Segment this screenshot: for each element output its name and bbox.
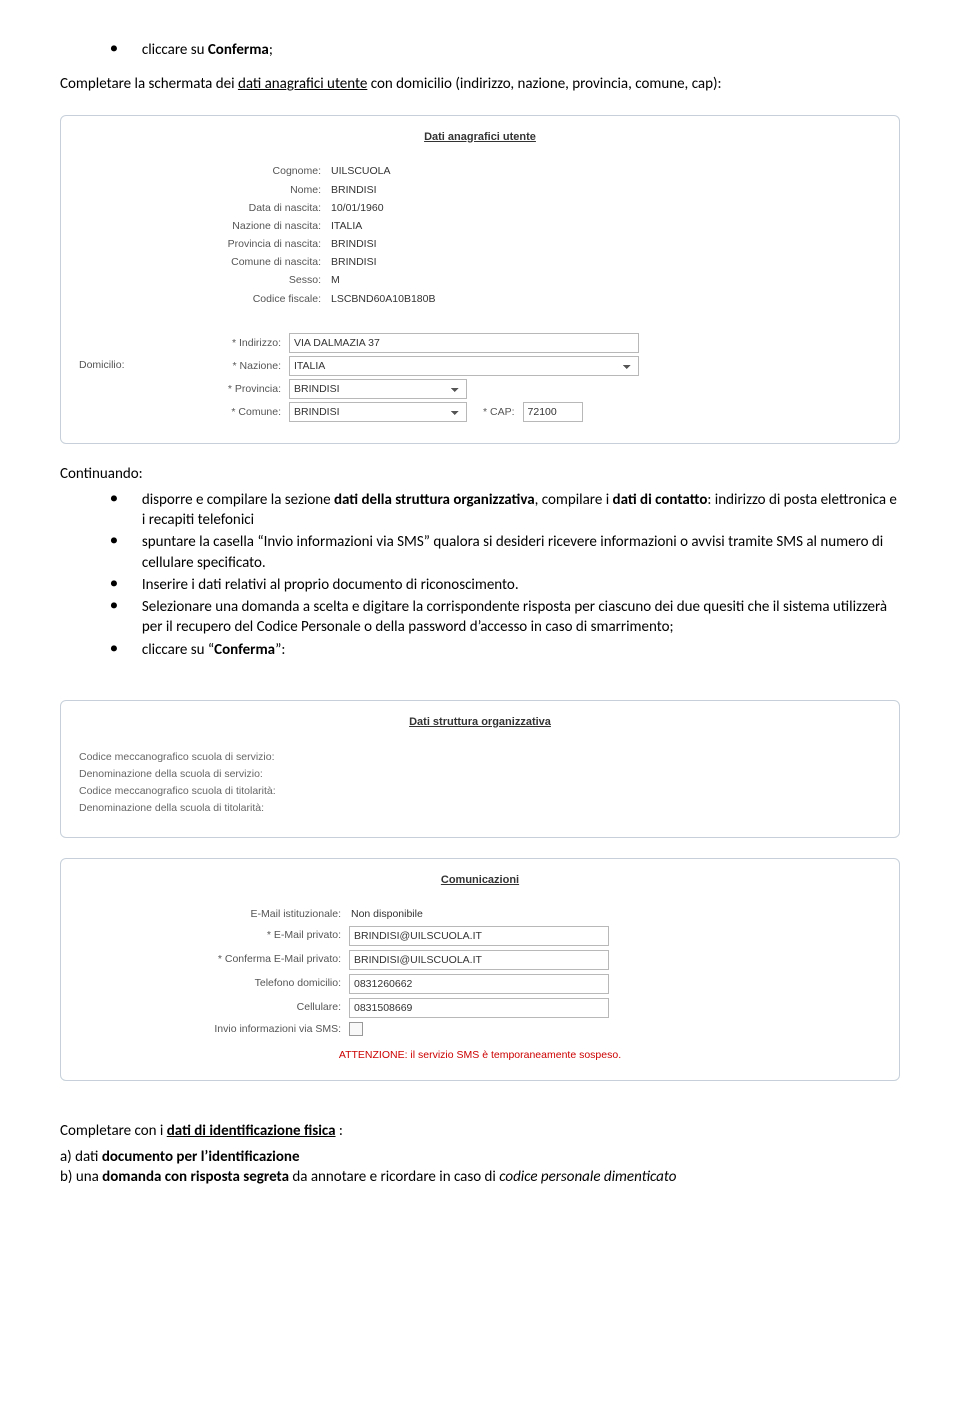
label-denominazione-titolarita: Denominazione della scuola di titolarità… — [79, 801, 881, 815]
input-telefono[interactable] — [349, 974, 609, 994]
text-bold: domanda con risposta segreta — [102, 1168, 289, 1186]
text: cliccare su — [142, 41, 208, 59]
label-sms: Invio informazioni via SMS: — [79, 1022, 349, 1036]
select-provincia[interactable]: BRINDISI — [289, 379, 467, 399]
value-sesso: M — [329, 273, 340, 287]
panel-title: Comunicazioni — [79, 873, 881, 888]
label-comune-nascita: Comune di nascita: — [79, 255, 329, 269]
label-codice-titolarita: Codice meccanografico scuola di titolari… — [79, 784, 881, 798]
bullet-item: ● Selezionare una domanda a scelta e dig… — [110, 597, 900, 638]
paragraph: Continuando: — [60, 464, 900, 484]
value-cognome: UILSCUOLA — [329, 164, 391, 178]
bullet-text: Inserire i dati relativi al proprio docu… — [142, 575, 900, 595]
bullet-icon: ● — [110, 575, 118, 593]
bullet-text: Selezionare una domanda a scelta e digit… — [142, 597, 900, 638]
bullet-item: ● cliccare su Conferma; — [110, 40, 900, 60]
label-indirizzo: * Indirizzo: — [189, 336, 289, 350]
paragraph: Completare la schermata dei dati anagraf… — [60, 74, 900, 94]
text-italic: codice personale dimenticato — [499, 1168, 676, 1186]
bullet-icon: ● — [110, 40, 118, 58]
checkbox-sms[interactable] — [349, 1022, 363, 1036]
bullet-item: ● disporre e compilare la sezione dati d… — [110, 490, 900, 531]
label-provincia: * Provincia: — [189, 382, 289, 396]
input-cellulare[interactable] — [349, 998, 609, 1018]
text: Completare la schermata dei — [60, 75, 238, 93]
label-telefono: Telefono domicilio: — [79, 976, 349, 990]
label-nazione: * Nazione: — [189, 359, 289, 373]
paragraph: a) dati documento per l’identificazione — [60, 1147, 900, 1167]
text-bold: Conferma — [208, 41, 269, 59]
select-comune[interactable]: BRINDISI — [289, 402, 467, 422]
value-email-istituzionale: Non disponibile — [349, 907, 423, 921]
input-email-privato[interactable] — [349, 926, 609, 946]
panel-dati-anagrafici: Dati anagrafici utente Cognome:UILSCUOLA… — [60, 115, 900, 444]
label-provincia-nascita: Provincia di nascita: — [79, 237, 329, 251]
bullet-text: cliccare su Conferma; — [142, 40, 900, 60]
input-conferma-email[interactable] — [349, 950, 609, 970]
bullet-icon: ● — [110, 490, 118, 508]
label-sesso: Sesso: — [79, 273, 329, 287]
label-cap: * CAP: — [483, 405, 523, 419]
panel-comunicazioni: Comunicazioni E-Mail istituzionale:Non d… — [60, 858, 900, 1081]
label-conferma-email: * Conferma E-Mail privato: — [79, 952, 349, 966]
value-codice-fiscale: LSCBND60A10B180B — [329, 292, 435, 306]
panel-title: Dati struttura organizzativa — [79, 715, 881, 730]
text: a) dati — [60, 1148, 102, 1166]
select-nazione[interactable]: ITALIA — [289, 356, 639, 376]
value-data-nascita: 10/01/1960 — [329, 201, 384, 215]
bullet-icon: ● — [110, 597, 118, 615]
paragraph: b) una domanda con risposta segreta da a… — [60, 1167, 900, 1187]
text: ; — [269, 41, 273, 59]
panel-struttura-organizzativa: Dati struttura organizzativa Codice mecc… — [60, 700, 900, 838]
label-data-nascita: Data di nascita: — [79, 201, 329, 215]
label-comune: * Comune: — [189, 405, 289, 419]
text-bold: dati della struttura organizzativa — [334, 491, 535, 509]
bullet-text: spuntare la casella “Invio informazioni … — [142, 532, 900, 573]
text: da annotare e ricordare in caso di — [289, 1168, 499, 1186]
text: b) una — [60, 1168, 102, 1186]
text-bold: dati di contatto — [613, 491, 708, 509]
label-denominazione-servizio: Denominazione della scuola di servizio: — [79, 767, 881, 781]
text-bold: Conferma — [214, 641, 275, 659]
text: con domicilio (indirizzo, nazione, provi… — [367, 75, 721, 93]
text: ”: — [275, 641, 285, 659]
label-cognome: Cognome: — [79, 164, 329, 178]
label-domicilio: Domicilio: — [79, 330, 189, 372]
text: Completare con i — [60, 1122, 167, 1140]
label-codice-servizio: Codice meccanografico scuola di servizio… — [79, 750, 881, 764]
bullet-icon: ● — [110, 532, 118, 550]
value-nome: BRINDISI — [329, 183, 377, 197]
panel-title: Dati anagrafici utente — [79, 130, 881, 145]
input-indirizzo[interactable] — [289, 333, 639, 353]
value-provincia-nascita: BRINDISI — [329, 237, 377, 251]
text: , compilare i — [535, 491, 613, 509]
text: : — [336, 1122, 343, 1140]
text: disporre e compilare la sezione — [142, 491, 334, 509]
text-bold-underline: dati di identificazione fisica — [167, 1122, 336, 1140]
value-nazione-nascita: ITALIA — [329, 219, 362, 233]
bullet-text: cliccare su “Conferma”: — [142, 640, 900, 660]
bullet-icon: ● — [110, 640, 118, 658]
bullet-item: ● spuntare la casella “Invio informazion… — [110, 532, 900, 573]
value-comune-nascita: BRINDISI — [329, 255, 377, 269]
attention-text: ATTENZIONE: il servizio SMS è temporanea… — [79, 1048, 881, 1062]
label-nazione-nascita: Nazione di nascita: — [79, 219, 329, 233]
bullet-item: ● cliccare su “Conferma”: — [110, 640, 900, 660]
label-email-privato: * E-Mail privato: — [79, 928, 349, 942]
text-underline: dati anagrafici utente — [238, 75, 367, 93]
label-email-istituzionale: E-Mail istituzionale: — [79, 907, 349, 921]
label-nome: Nome: — [79, 183, 329, 197]
label-codice-fiscale: Codice fiscale: — [79, 292, 329, 306]
bullet-text: disporre e compilare la sezione dati del… — [142, 490, 900, 531]
input-cap[interactable] — [523, 402, 583, 422]
paragraph: Completare con i dati di identificazione… — [60, 1121, 900, 1141]
label-cellulare: Cellulare: — [79, 1000, 349, 1014]
text: cliccare su “ — [142, 641, 214, 659]
text-bold: documento per l’identificazione — [102, 1148, 300, 1166]
bullet-item: ● Inserire i dati relativi al proprio do… — [110, 575, 900, 595]
